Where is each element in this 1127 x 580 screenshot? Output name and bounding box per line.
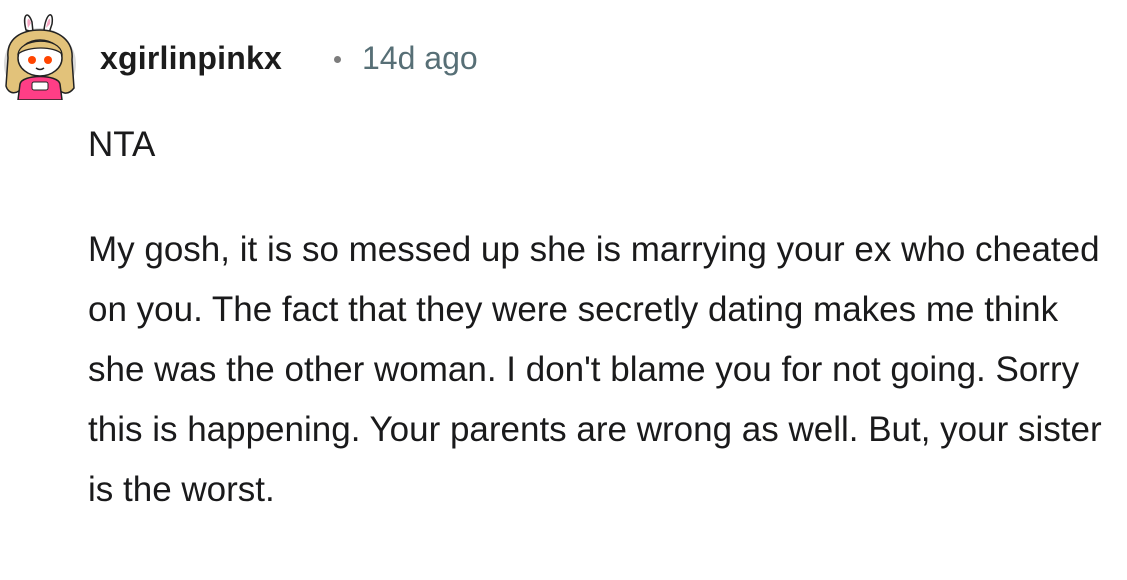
comment-body: My gosh, it is so messed up she is marry…: [88, 230, 1102, 509]
separator-dot: [334, 56, 341, 63]
comment-header: xgirlinpinkx 14d ago: [0, 0, 1127, 110]
comment-timestamp[interactable]: 14d ago: [362, 38, 478, 78]
author-username[interactable]: xgirlinpinkx: [100, 38, 282, 78]
comment: xgirlinpinkx 14d ago NTA My gosh, it is …: [0, 0, 1127, 580]
avatar[interactable]: [0, 8, 82, 101]
comment-verdict: NTA: [88, 125, 156, 164]
snoo-bunny-avatar-icon: [4, 14, 76, 101]
